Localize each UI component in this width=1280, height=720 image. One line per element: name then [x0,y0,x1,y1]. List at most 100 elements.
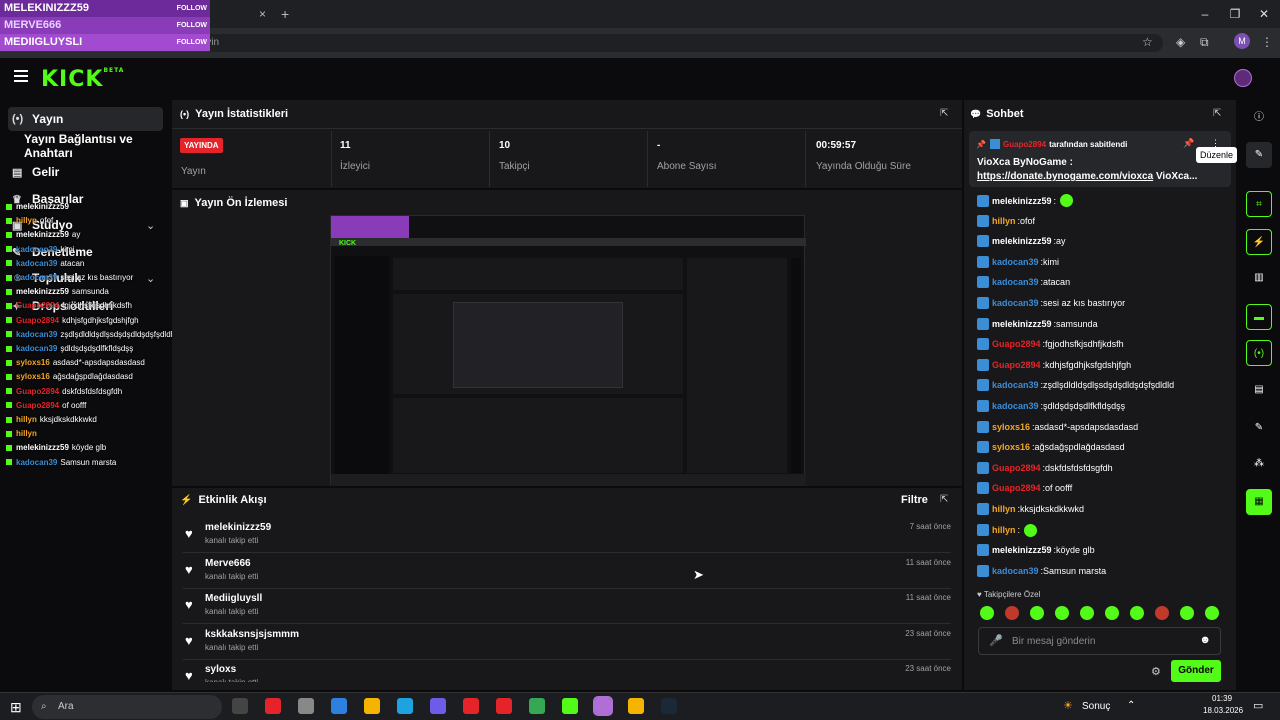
steam-icon[interactable] [661,698,677,714]
clip-icon[interactable]: ⌗ [1246,191,1272,217]
chat-username[interactable]: melekinizzz59 [992,319,1052,329]
chevron-down-icon[interactable]: ⌄ [146,272,155,285]
opera-gx-icon[interactable] [496,698,512,714]
chat-username[interactable]: syloxs16 [992,422,1030,432]
chat-username[interactable]: hillyn [992,504,1016,514]
chat-bubble-icon[interactable]: ▬ [1246,304,1272,330]
emote-icon[interactable] [1155,606,1169,620]
mail-icon[interactable] [331,698,347,714]
chat-username[interactable]: melekinizzz59 [992,545,1052,555]
shield-icon[interactable]: ◈ [1176,35,1185,49]
chrome-icon[interactable] [364,698,380,714]
url-field[interactable]: dashboard.kick.com/yayin [78,34,1163,52]
edit-pencil-icon[interactable]: ✎ [1246,142,1272,168]
broadcast-icon[interactable]: (•) [1246,340,1272,366]
emote-icon[interactable] [1030,606,1044,620]
sidebar-item-gelir[interactable]: ▤ Gelir [8,160,163,184]
sidebar-item-stream-key[interactable]: Yayın Bağlantısı ve Anahtarı [20,132,175,160]
edge-icon[interactable] [397,698,413,714]
emote-icon[interactable] [1005,606,1019,620]
app-icon[interactable] [463,698,479,714]
chat-username[interactable]: melekinizzz59 [992,236,1052,246]
user-avatar[interactable] [1234,69,1252,87]
extensions-icon[interactable]: ⧉ [1200,35,1209,50]
info-icon[interactable]: ⓘ [1246,105,1272,131]
clock-time[interactable]: 01:39 [1212,694,1232,703]
windows-start-icon[interactable]: ⊞ [10,699,22,716]
app-icon[interactable] [562,698,578,714]
app-icon[interactable] [298,698,314,714]
chevron-down-icon[interactable]: ⌄ [146,219,155,232]
app-icon[interactable] [430,698,446,714]
event-user[interactable]: Merve666 [205,558,251,569]
chat-username[interactable]: melekinizzz59 [992,196,1052,206]
expand-icon[interactable]: ⇱ [940,494,948,505]
emote-icon[interactable] [1055,606,1069,620]
tray-chevron-icon[interactable]: ⌃ [1127,700,1135,711]
chat-username[interactable]: kadocan39 [992,257,1039,267]
chrome-icon[interactable] [529,698,545,714]
hamburger-menu-icon[interactable] [14,70,28,82]
chat-input[interactable]: 🎤 Bir mesaj gönderin ☻ [978,627,1221,655]
close-tab-icon[interactable]: × [259,7,266,21]
notification-icon[interactable]: ▭ [1253,699,1263,712]
event-user[interactable]: kskkaksnsjsjsmmm [205,629,299,640]
chat-settings-gear-icon[interactable]: ⚙ [1151,665,1161,678]
maximize-icon[interactable]: ❐ [1225,6,1245,22]
emote-icon[interactable] [1130,606,1144,620]
storage-icon[interactable]: ▤ [1246,377,1272,403]
expand-icon[interactable]: ⇱ [1213,108,1221,119]
chat-username[interactable]: kadocan39 [992,380,1039,390]
wrench-icon[interactable]: ✎ [1246,415,1272,441]
emote-icon[interactable] [1080,606,1094,620]
taskbar-search[interactable]: ⌕ Ara [32,695,222,719]
chat-username[interactable]: hillyn [992,216,1016,226]
app-icon[interactable] [593,696,613,716]
chat-username[interactable]: kadocan39 [992,277,1039,287]
microphone-icon[interactable]: 🎤 [989,634,1003,647]
clock-date[interactable]: 18.03.2026 [1203,706,1243,715]
pinned-link[interactable]: https://donate.bynogame.com/vioxca [977,171,1153,182]
event-user[interactable]: melekinizzz59 [205,522,271,533]
chat-username[interactable]: Guapo2894 [992,339,1041,349]
chat-username[interactable]: hillyn [992,525,1016,535]
emote-icon[interactable] [1105,606,1119,620]
share-icon[interactable]: ⁂ [1246,451,1272,477]
chat-username[interactable]: kadocan39 [992,298,1039,308]
new-tab-icon[interactable]: + [281,6,289,22]
close-window-icon[interactable]: ✕ [1254,6,1274,22]
browser-menu-icon[interactable]: ⋮ [1261,35,1273,49]
folder-icon[interactable] [628,698,644,714]
emote-icon[interactable] [1180,606,1194,620]
task-view-icon[interactable] [232,698,248,714]
emote-icon[interactable] [980,606,994,620]
preview-stats [393,258,683,290]
weather-text[interactable]: Sonuç [1082,701,1110,712]
sidebar-item-yayin[interactable]: (•) Yayın [8,107,163,131]
opera-icon[interactable] [265,698,281,714]
clapperboard-icon[interactable]: ▦ [1246,489,1272,515]
chat-username[interactable]: Guapo2894 [992,463,1041,473]
emoji-icon[interactable]: ☻ [1199,634,1211,646]
expand-icon[interactable]: ⇱ [940,108,948,119]
chat-username[interactable]: kadocan39 [992,401,1039,411]
filter-button[interactable]: Filtre [901,494,928,506]
stream-preview-video[interactable]: KICK [330,215,806,486]
chat-username[interactable]: syloxs16 [992,442,1030,452]
send-button[interactable]: Gönder [1171,660,1221,682]
browser-profile-avatar[interactable]: M [1234,33,1250,49]
chat-username[interactable]: kadocan39 [992,566,1039,576]
chat-username[interactable]: Guapo2894 [992,483,1041,493]
lightning-icon[interactable]: ⚡ [1246,229,1272,255]
emote-icon[interactable] [1205,606,1219,620]
heart-icon: ♥ [977,590,982,599]
document-icon[interactable]: ▥ [1246,265,1272,291]
unpin-icon[interactable]: 📌 [1183,138,1194,149]
chat-username[interactable]: Guapo2894 [992,360,1041,370]
kick-logo[interactable]: KICKBETA [41,67,124,92]
stat-label: Abone Sayısı [657,161,717,172]
event-user[interactable]: Mediigluysll [205,593,262,604]
event-user[interactable]: syloxs [205,664,236,675]
bookmark-star-icon[interactable]: ☆ [1142,35,1153,49]
minimize-icon[interactable]: – [1195,6,1215,22]
